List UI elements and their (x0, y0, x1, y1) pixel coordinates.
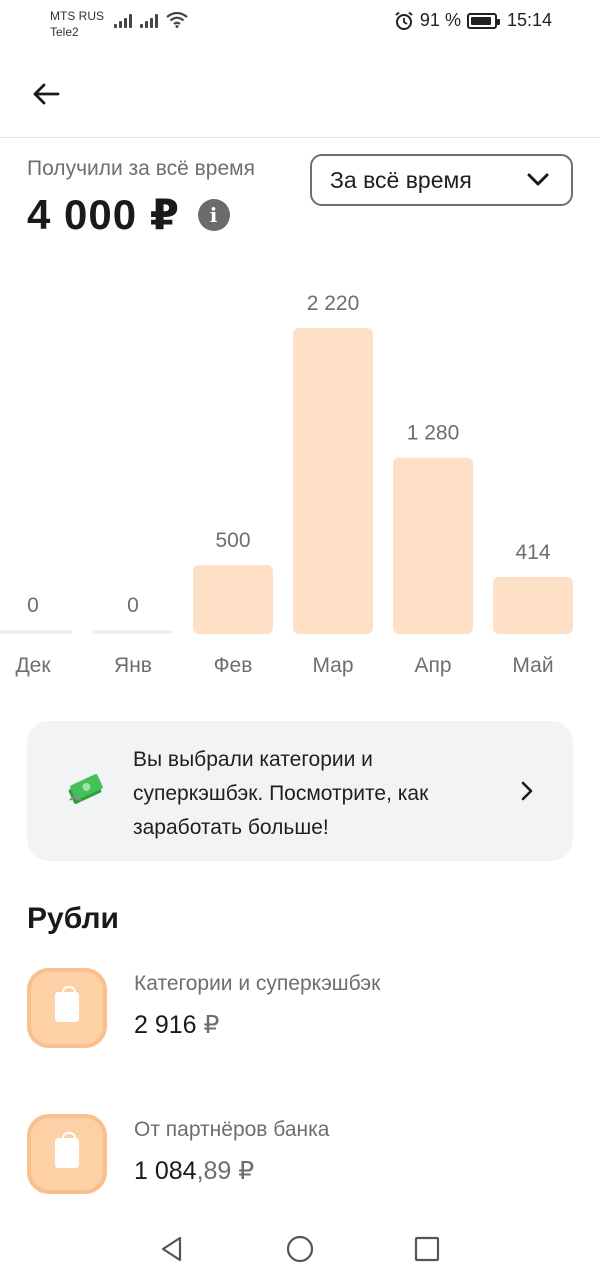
total-amount: 4 000 ₽ (27, 191, 180, 238)
period-select[interactable]: За всё время (310, 154, 573, 206)
shopping-bag-icon (27, 1114, 107, 1194)
promo-text: Вы выбрали категории и суперкэшбэк. Посм… (133, 748, 429, 839)
bar-value-label: 2 220 (307, 292, 360, 315)
bar-chart-svg: 0 Дек 0 Янв 500 Фев 2 220 Мар 1 280 Апр 414 Май (0, 292, 573, 677)
list-item[interactable]: От партнёров банка 1 084,89 ₽ (27, 1114, 573, 1198)
carrier-names: MTS RUS Tele2 (50, 8, 104, 40)
summary-label: Получили за всё время (27, 157, 255, 180)
battery-level (470, 16, 491, 25)
nav-recents-button[interactable] (409, 1231, 445, 1267)
bar-Апр[interactable] (393, 457, 473, 634)
carrier-2: Tele2 (50, 25, 79, 39)
entry-label: Категории и суперкэшбэк (134, 972, 381, 995)
signal-2-icon (140, 12, 158, 28)
bar-Янв[interactable] (93, 630, 173, 634)
section-title: Рубли (27, 902, 119, 935)
money-stack-icon (68, 774, 103, 804)
category-label: Фев (214, 654, 253, 677)
carrier-1: MTS RUS (50, 9, 104, 23)
shopping-bag-icon (27, 968, 107, 1048)
wifi-icon (166, 12, 188, 28)
entry-currency: ₽ (231, 1157, 255, 1185)
category-label: Май (512, 654, 553, 677)
system-nav-bar (0, 1215, 600, 1283)
entry-value: 2 916 ₽ (134, 1010, 219, 1040)
entry-value-int: 1 084 (134, 1157, 197, 1185)
bar-value-label: 414 (515, 541, 550, 564)
bar-Фев[interactable] (193, 565, 273, 634)
bar-Дек[interactable] (0, 630, 73, 634)
category-label: Мар (312, 654, 353, 677)
cashback-chart: 0 Дек 0 Янв 500 Фев 2 220 Мар 1 280 Апр 414 Май (0, 250, 600, 690)
alarm-icon (395, 11, 413, 30)
status-right: 91 % 15:14 (394, 10, 552, 31)
circle-home-icon (286, 1235, 314, 1263)
bar-Май[interactable] (493, 576, 573, 634)
chevron-down-icon (527, 173, 549, 186)
summary-total: 4 000 ₽ i (27, 190, 230, 239)
entry-value: 1 084,89 ₽ (134, 1156, 254, 1186)
entry-value-int: 2 916 (134, 1011, 197, 1039)
square-recents-icon (414, 1236, 440, 1262)
battery-percent: 91 % (419, 10, 461, 30)
battery-icon (466, 12, 500, 29)
back-button[interactable] (24, 72, 68, 116)
promo-card[interactable]: Вы выбрали категории и суперкэшбэк. Посм… (27, 721, 573, 861)
entry-label: От партнёров банка (134, 1118, 330, 1141)
category-label: Янв (114, 654, 152, 677)
signal-indicators (114, 12, 188, 28)
chevron-right-icon (521, 781, 533, 801)
list-item[interactable]: Категории и суперкэшбэк 2 916 ₽ (27, 968, 573, 1052)
arrow-left-icon (33, 83, 60, 105)
nav-back-button[interactable] (154, 1231, 190, 1267)
entry-value-frac: ,89 (196, 1157, 232, 1185)
bar-Мар[interactable] (293, 328, 373, 634)
entry-currency: ₽ (196, 1011, 220, 1039)
bar-value-label: 0 (27, 594, 39, 617)
info-icon[interactable]: i (198, 198, 230, 231)
clock: 15:14 (506, 10, 552, 30)
category-label: Дек (15, 654, 51, 677)
category-label: Апр (414, 654, 451, 677)
bar-value-label: 0 (127, 594, 139, 617)
bar-value-label: 1 280 (407, 422, 460, 445)
nav-home-button[interactable] (282, 1231, 318, 1267)
period-select-value: За всё время (330, 166, 472, 193)
app-header (0, 48, 600, 138)
status-bar: MTS RUS Tele2 91 % 15:14 (0, 0, 600, 48)
triangle-back-icon (161, 1236, 182, 1262)
bar-value-label: 500 (215, 529, 250, 552)
signal-1-icon (114, 12, 132, 28)
